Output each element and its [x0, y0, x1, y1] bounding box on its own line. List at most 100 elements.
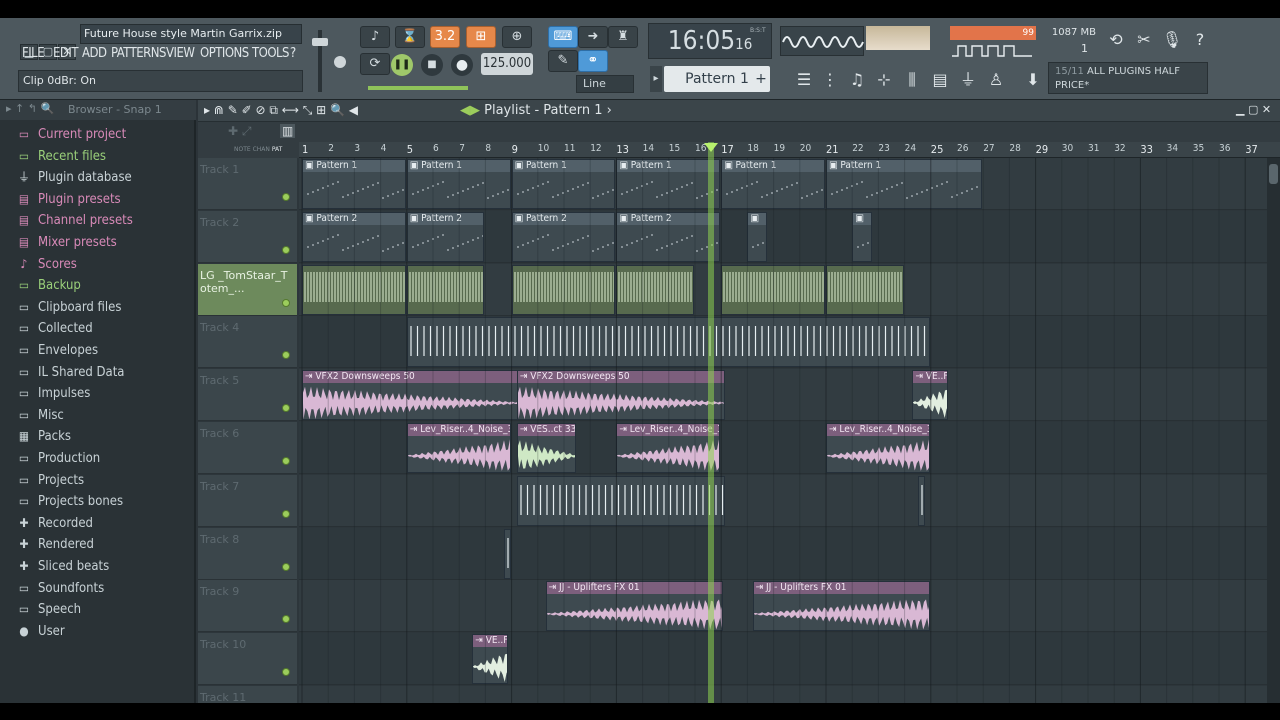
ruler-bar-2[interactable]: 2: [328, 143, 334, 154]
ruler-bar-33[interactable]: 33: [1140, 143, 1153, 156]
browser-item-recent-files[interactable]: ▭ Recent files: [16, 146, 106, 166]
browser-item-envelopes[interactable]: ▭ Envelopes: [16, 340, 98, 360]
ruler-bar-5[interactable]: 5: [407, 143, 413, 156]
help-icon[interactable]: ?: [1188, 28, 1212, 52]
typing-keyboard-icon[interactable]: ⌨: [548, 26, 578, 48]
track-enable-toggle[interactable]: [282, 245, 290, 254]
menu-add[interactable]: ADD: [82, 46, 107, 61]
track-lane[interactable]: ▣ Pattern 1 ▣ Pattern 1 ▣ Pattern 1 ▣ Patte…: [299, 158, 1280, 210]
playlist-clip[interactable]: [917, 475, 925, 526]
pause-icon[interactable]: ❚❚: [391, 54, 413, 76]
tool-icons[interactable]: ✚ ⤢: [228, 124, 251, 139]
browser-icon[interactable]: ▤: [928, 68, 952, 92]
download-icon[interactable]: ⬇: [1021, 68, 1045, 92]
playlist-tools-icon[interactable]: ▸ ⋒ ✎ ✐ ⊘ ⧉ ⟷ ⤡ ⊞ 🔍 ◀: [204, 103, 358, 118]
menu-help[interactable]: ?: [290, 46, 296, 61]
track-enable-toggle[interactable]: [282, 668, 290, 677]
channel-rack-icon[interactable]: ⋮: [818, 68, 842, 92]
ruler-bar-14[interactable]: 14: [643, 143, 654, 154]
track-enable-toggle[interactable]: [282, 193, 290, 201]
menu-tools[interactable]: TOOLS: [252, 46, 290, 61]
wait-icon[interactable]: ⌛: [395, 26, 425, 48]
ruler-bar-21[interactable]: 21: [826, 143, 839, 156]
ruler-bar-27[interactable]: 27: [983, 143, 994, 154]
playlist-clip[interactable]: ⇥ Lev_Riser..4_Noise_3: [406, 423, 511, 473]
ruler-bar-3[interactable]: 3: [354, 143, 360, 154]
browser-item-collected[interactable]: ▭ Collected: [16, 318, 93, 338]
playlist-clip[interactable]: [302, 264, 406, 315]
bell-icon[interactable]: ♜: [608, 26, 638, 48]
ruler-bar-8[interactable]: 8: [485, 143, 491, 154]
playlist-clip[interactable]: ▣ Pattern 1: [721, 159, 825, 209]
browser-item-il-shared-data[interactable]: ▭ IL Shared Data: [16, 362, 125, 382]
track-enable-toggle[interactable]: [282, 615, 290, 624]
ruler-bar-4[interactable]: 4: [381, 143, 387, 154]
playlist-clip[interactable]: [516, 475, 726, 526]
menu-options[interactable]: OPTIONS: [200, 46, 249, 61]
mixer-icon[interactable]: ⫼: [900, 68, 924, 92]
playlist-clip[interactable]: [406, 317, 930, 368]
song-position-bar[interactable]: [368, 86, 468, 90]
playlist-clip[interactable]: ⇥ VE..F: [912, 370, 949, 421]
track-lane[interactable]: ▣ Pattern 2 ▣ Pattern 2 ▣ Pattern 2 ▣ Patte…: [299, 210, 1280, 263]
ruler-bar-23[interactable]: 23: [878, 143, 889, 154]
playlist-clip[interactable]: ▣ Pattern 2: [406, 211, 485, 262]
header-chan[interactable]: CHAN: [253, 146, 270, 153]
playlist-window-controls[interactable]: ▁ ▢ ✕: [1236, 103, 1271, 116]
browser-item-backup[interactable]: ▭ Backup: [16, 275, 81, 295]
ruler-bar-24[interactable]: 24: [905, 143, 916, 154]
master-pitch-knob[interactable]: [334, 56, 346, 68]
track-enable-toggle[interactable]: [282, 298, 290, 307]
playlist-clip[interactable]: ▣ Pattern 2: [616, 211, 721, 262]
ruler-bar-37[interactable]: 37: [1245, 143, 1258, 156]
master-volume-handle[interactable]: [312, 38, 328, 46]
metronome-icon[interactable]: ♪: [360, 26, 390, 48]
playhead[interactable]: [707, 142, 714, 703]
ruler-bar-19[interactable]: 19: [774, 143, 785, 154]
browser-item-plugin-presets[interactable]: ▤ Plugin presets: [16, 189, 121, 209]
browser-item-misc[interactable]: ▭ Misc: [16, 405, 64, 425]
plugin-picker-icon[interactable]: ⊹: [872, 68, 896, 92]
browser-item-projects[interactable]: ▭ Projects: [16, 470, 84, 490]
playlist-clip[interactable]: ⇥ JJ - Uplifters FX 01: [752, 581, 930, 632]
piano-roll-icon[interactable]: ♫: [845, 68, 869, 92]
ruler-bar-13[interactable]: 13: [616, 143, 629, 156]
ruler-bar-30[interactable]: 30: [1062, 143, 1073, 154]
playlist-clip[interactable]: ▣ Pattern 1: [826, 159, 983, 209]
playlist-clip[interactable]: ⇥ Lev_Riser..4_Noise_3: [826, 423, 930, 473]
browser-item-clipboard-files[interactable]: ▭ Clipboard files: [16, 297, 122, 317]
piano-keys-icon[interactable]: ▥: [280, 124, 296, 138]
browser-item-soundfonts[interactable]: ▭ Soundfonts: [16, 578, 104, 598]
ruler-bar-20[interactable]: 20: [800, 143, 811, 154]
playlist-clip[interactable]: [511, 264, 616, 315]
menu-edit[interactable]: EDIT: [53, 46, 78, 61]
vertical-scrollbar[interactable]: [1267, 158, 1280, 703]
track-header[interactable]: LG _TomStaar_Totem_...: [198, 263, 297, 316]
track-header[interactable]: Track 4: [198, 316, 297, 369]
stop-icon[interactable]: ■: [421, 54, 443, 76]
browser-item-current-project[interactable]: ▭ Current project: [16, 124, 126, 144]
step-edit-icon[interactable]: ⊞: [466, 26, 496, 48]
playlist-clip[interactable]: ⇥ Lev_Riser..4_Noise_3: [616, 423, 721, 473]
track-enable-toggle[interactable]: [282, 351, 290, 360]
playlist-clip[interactable]: [616, 264, 694, 315]
playlist-clip[interactable]: ▣: [852, 211, 873, 262]
playlist-clip[interactable]: ⇥ JJ - Uplifters FX 01: [545, 581, 723, 632]
track-header[interactable]: Track 2: [198, 210, 297, 263]
ruler-bar-25[interactable]: 25: [931, 143, 944, 156]
browser-item-production[interactable]: ▭ Production: [16, 448, 100, 468]
ruler-bar-9[interactable]: 9: [512, 143, 518, 156]
track-lane[interactable]: ⇥ VE..F: [299, 633, 1280, 686]
ruler-bar-18[interactable]: 18: [747, 143, 758, 154]
track-header[interactable]: Track 1: [198, 158, 297, 210]
browser-nav-icons[interactable]: ▸ ↑ ↰ 🔍: [6, 102, 54, 115]
browser-item-impulses[interactable]: ▭ Impulses: [16, 383, 90, 403]
playlist-clip[interactable]: ▣ Pattern 1: [302, 159, 406, 209]
playlist-clip[interactable]: [826, 264, 904, 315]
record-icon[interactable]: ●: [451, 54, 473, 76]
playlist-clip[interactable]: ▣ Pattern 1: [511, 159, 616, 209]
menu-view[interactable]: VIEW: [166, 46, 195, 61]
track-lane[interactable]: [299, 527, 1280, 580]
microphone-icon[interactable]: 🎙: [1160, 28, 1184, 52]
menu-file[interactable]: FILE: [22, 46, 45, 61]
